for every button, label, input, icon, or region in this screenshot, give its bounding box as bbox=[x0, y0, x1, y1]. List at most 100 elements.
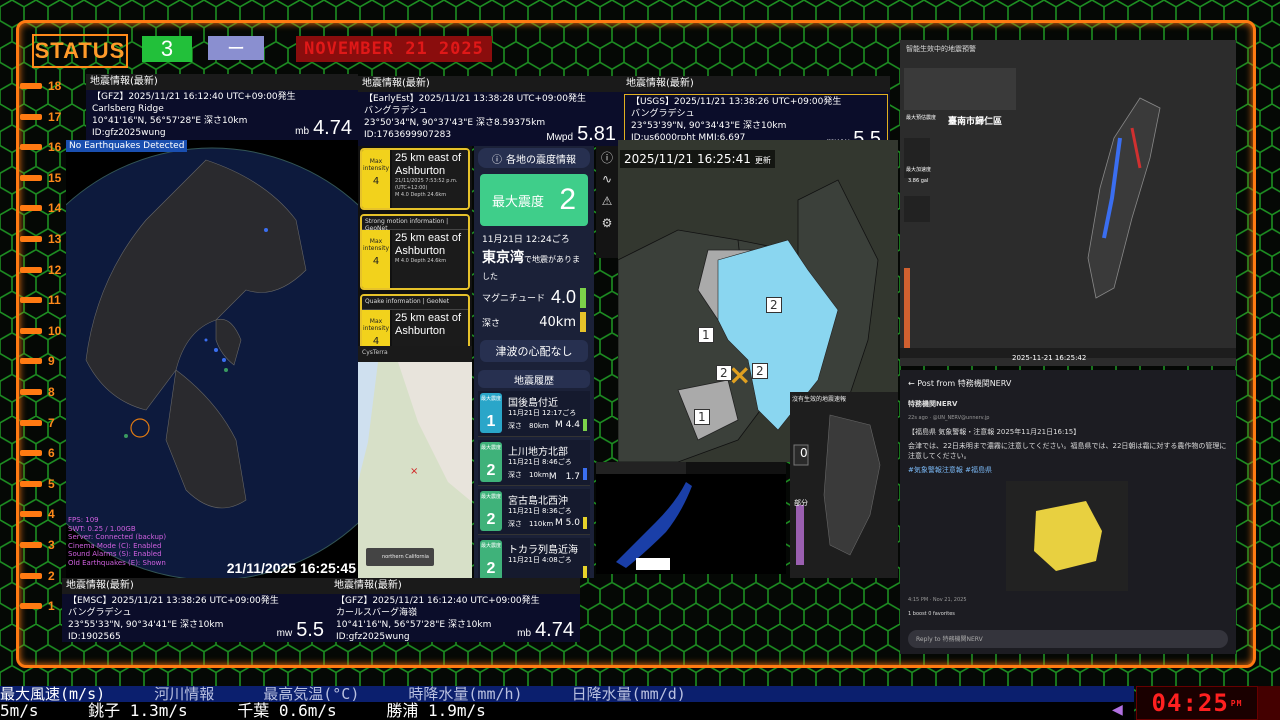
ruler-bar bbox=[20, 297, 42, 304]
ticker-item: 河川情報 bbox=[154, 686, 215, 702]
ruler-tick: 18 bbox=[20, 79, 61, 93]
ruler-bar bbox=[20, 542, 42, 548]
depth-value: 40km bbox=[539, 314, 576, 330]
level-label: 最大預估震度 bbox=[906, 115, 937, 121]
magnitude: 5.5 bbox=[296, 619, 324, 641]
reply-input[interactable]: Reply to 特務機関NERV bbox=[908, 630, 1228, 648]
globe-timestamp: 21/11/2025 16:25:45 bbox=[226, 560, 356, 576]
post-header-label: Post from 特務機関NERV bbox=[917, 379, 1012, 388]
history-item[interactable]: 最大震度 2 宮古島北西沖 11月21日 8:36ごろ 深さ 110km M 5.0 bbox=[478, 489, 590, 535]
quake-card-earlyest: 地震情報(最新) 【EarlyEst】2025/11/21 13:38:28 U… bbox=[358, 76, 622, 146]
card-head: 地震情報(最新) bbox=[330, 578, 580, 594]
nied-map[interactable] bbox=[596, 462, 786, 574]
quake-card-gfz: 地震情報(最新) 【GFZ】2025/11/21 16:12:40 UTC+09… bbox=[86, 74, 358, 140]
badge-caption: 最大震度 bbox=[480, 543, 501, 549]
ruler-bar bbox=[20, 572, 42, 579]
badge-caption: 最大震度 bbox=[480, 494, 501, 500]
shake-card[interactable]: Quake information | GeoNet Max intensity… bbox=[360, 294, 470, 346]
mag-type: mw bbox=[276, 628, 293, 639]
ruler-bar bbox=[20, 419, 42, 426]
clock-suffix: PM bbox=[1230, 698, 1243, 708]
shake-card[interactable]: Strong motion information | GeoNet Max i… bbox=[360, 214, 470, 290]
history-item[interactable]: 最大震度 2 上川地方北部 11月21日 8:46ごろ 深さ 10km M 1.7 bbox=[478, 440, 590, 486]
kanto-time: 2025/11/21 16:25:41 bbox=[624, 152, 751, 166]
history-item[interactable]: 最大震度 2 トカラ列島近海 11月21日 4:08ごろ bbox=[478, 538, 590, 578]
ruler-tick: 12 bbox=[20, 262, 62, 277]
ruler-bar bbox=[20, 327, 42, 334]
tsunami-status: 津波の心配なし bbox=[480, 340, 588, 362]
info-icon[interactable]: ⓘ bbox=[596, 146, 618, 168]
california-map[interactable]: CysTerra × northern California bbox=[358, 346, 472, 578]
history-time: 11月21日 4:08ごろ bbox=[508, 556, 572, 564]
kanto-update: 更新 bbox=[754, 156, 771, 165]
nerv-post-panel[interactable]: ← Post from 特務機関NERV 特務機関NERV 22s ago · … bbox=[900, 370, 1236, 654]
history-item[interactable]: 最大震度 1 国後島付近 11月21日 12:17ごろ 深さ 80km M 4.4 bbox=[478, 391, 590, 437]
back-arrow-icon[interactable]: ← bbox=[908, 379, 915, 388]
ruler-tick: 16 bbox=[20, 140, 61, 154]
shake-sub2: M 4.0 Depth 24.6km bbox=[395, 192, 447, 198]
max-intensity-value: 4 bbox=[372, 176, 380, 187]
ruler-label: 6 bbox=[48, 446, 55, 461]
post-body2: 会津では、22日未明まで濃霧に注意してください。福島県では、22日朝は霜に対する… bbox=[908, 442, 1227, 460]
history-depth: 深さ 10km bbox=[508, 471, 549, 479]
stat-sound: Sound Alarms (S): Enabled bbox=[68, 550, 162, 558]
ruler-tick: 14 bbox=[20, 201, 61, 215]
ruler-tick: 11 bbox=[20, 293, 61, 307]
shake-card[interactable]: Max intensity 4 25 km east of Ashburton 2… bbox=[360, 148, 470, 210]
card-head: 地震情報(最新) bbox=[622, 76, 890, 92]
korea-title: 沒有生效的地震速報 bbox=[792, 396, 847, 403]
ruler-label: 12 bbox=[48, 262, 62, 277]
ruler-bar bbox=[20, 480, 42, 487]
depth-label: 深さ bbox=[482, 318, 501, 329]
quake-time: 11月21日 12:24ごろ bbox=[482, 235, 570, 245]
taiwan-eew-panel[interactable]: 智能生效中的地震預警 臺南市歸仁區 最大預估震度 最大加速度 3.86 gal … bbox=[900, 40, 1236, 366]
shake-head: Quake information | GeoNet bbox=[362, 296, 468, 310]
globe-map[interactable]: No Earthquakes Detected FPS: 109 SWT: 0.… bbox=[66, 140, 358, 578]
badge-caption: 最大震度 bbox=[480, 445, 501, 451]
taiwan-title: 智能生效中的地震預警 bbox=[906, 45, 976, 53]
card-head: 地震情報(最新) bbox=[62, 578, 330, 594]
depth-flag bbox=[580, 312, 586, 332]
history-list: 最大震度 1 国後島付近 11月21日 12:17ごろ 深さ 80km M 4.4 最大震度… bbox=[474, 391, 594, 578]
history-name: 国後島付近 bbox=[508, 398, 558, 409]
ruler-tick: 10 bbox=[20, 324, 61, 338]
intensity-badge: 最大震度 2 bbox=[480, 540, 502, 578]
ruler-label: 7 bbox=[48, 415, 55, 430]
map-svg: × bbox=[358, 362, 472, 578]
badge-value: 1 bbox=[486, 413, 496, 430]
status-date: NOVEMBER 21 2025 bbox=[296, 36, 492, 62]
ruler-label: 13 bbox=[48, 232, 62, 246]
post-author: 特務機関NERV bbox=[908, 400, 958, 408]
post-tags[interactable]: #気象警報注意報 #福島県 bbox=[900, 463, 1236, 477]
stat-fps: FPS: 109 bbox=[68, 516, 99, 524]
ruler-bar bbox=[20, 205, 42, 212]
stat-cinema: Cinema Mode (C): Enabled bbox=[68, 541, 162, 550]
ticker-item: 最高気温(°C) bbox=[263, 686, 360, 702]
post-body1: 【福島県 気象警報・注意報 2025年11月21日16:15】 bbox=[908, 428, 1081, 436]
korea-svg bbox=[793, 414, 881, 565]
intensity-header-label: 各地の震度情報 bbox=[506, 154, 576, 166]
waveform-icon[interactable]: ∿ bbox=[596, 168, 618, 190]
epicenter-marker: × bbox=[410, 466, 418, 477]
mag-type: Mwpd bbox=[546, 132, 574, 143]
gear-icon[interactable]: ⚙ bbox=[596, 212, 618, 234]
ruler-tick: 7 bbox=[20, 415, 55, 430]
shake-sub: 21/11/2025 7:53:52 p.m. (UTC+12:00) bbox=[395, 178, 458, 191]
max-intensity-label: Max intensity bbox=[362, 318, 389, 332]
ruler-bar bbox=[20, 358, 42, 365]
ruler-tick: 9 bbox=[20, 354, 55, 368]
shake-title: 25 km east of Ashburton bbox=[395, 232, 462, 257]
app-name: CysTerra bbox=[358, 346, 472, 362]
warning-icon[interactable]: ⚠ bbox=[596, 190, 618, 212]
taiwan-svg bbox=[900, 68, 1236, 358]
magnitude-label: マグニチュード bbox=[482, 294, 546, 304]
max-intensity-value: 4 bbox=[372, 256, 380, 267]
card-line1: 【USGS】2025/11/21 13:38:26 UTC+09:00発生 bbox=[631, 97, 842, 107]
korea-eew-map[interactable]: 沒有生效的地震速報 0 部分 bbox=[790, 392, 898, 578]
ticker-item: 千葉 0.6m/s bbox=[237, 702, 337, 720]
shake-head: Strong motion information | GeoNet bbox=[362, 216, 468, 232]
mag-type: mb bbox=[517, 628, 532, 639]
globe-stats: FPS: 109 SWT: 0.25 / 1.00GB Server: Conn… bbox=[68, 516, 166, 567]
weather-ticker-top: 最大風速(m/s) 河川情報 最高気温(°C) 時降水量(mm/h) 日降水量(… bbox=[0, 686, 1134, 702]
history-header: 地震履歴 bbox=[478, 370, 590, 388]
